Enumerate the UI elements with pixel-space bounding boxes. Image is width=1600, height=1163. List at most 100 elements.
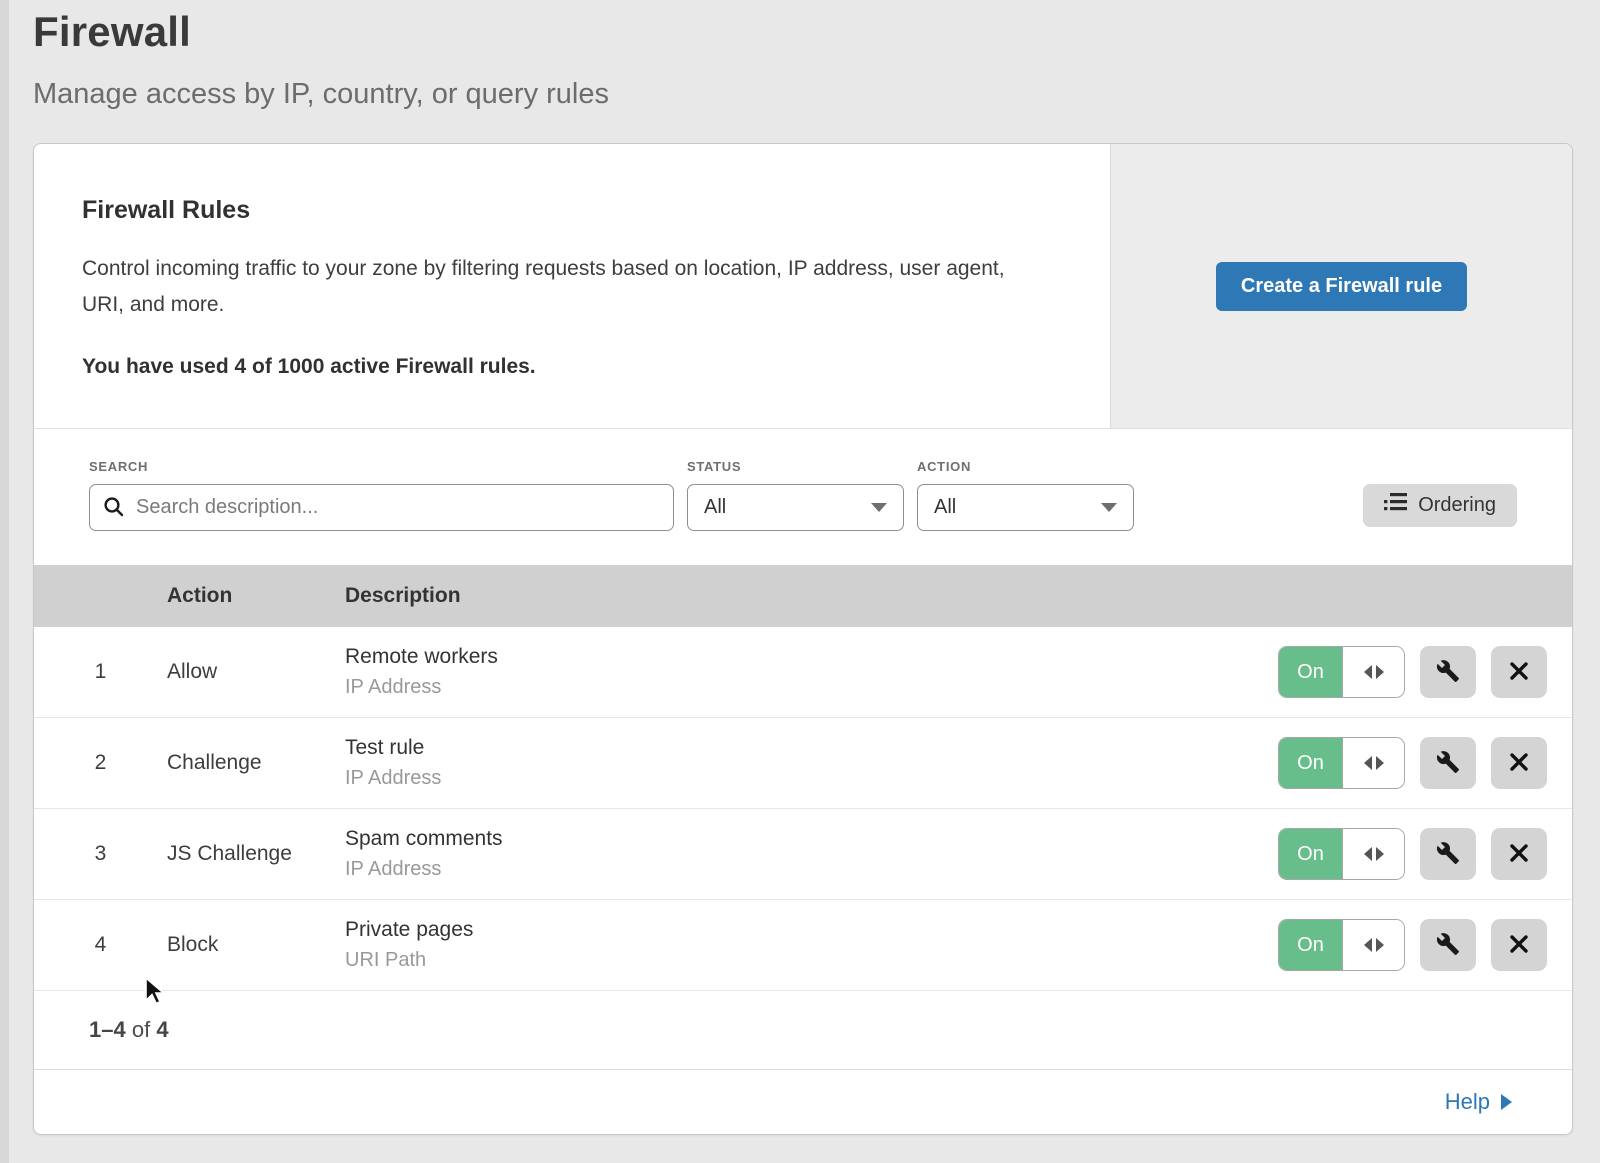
rule-description-cell: Private pages URI Path <box>345 918 1278 972</box>
help-arrow-icon <box>1501 1094 1512 1110</box>
close-icon <box>1508 933 1530 958</box>
toggle-arrows-icon <box>1364 665 1372 679</box>
table-row: 3 JS Challenge Spam comments IP Address … <box>34 809 1572 900</box>
search-input[interactable] <box>89 484 674 531</box>
delete-rule-button[interactable] <box>1491 919 1547 971</box>
rule-action: JS Challenge <box>167 842 345 866</box>
close-icon <box>1508 751 1530 776</box>
page-left-edge <box>0 0 9 1163</box>
close-icon <box>1508 660 1530 685</box>
rule-description: Remote workers <box>345 645 1278 669</box>
action-label: ACTION <box>917 459 1134 474</box>
rules-intro-text: Firewall Rules Control incoming traffic … <box>34 144 1110 428</box>
table-row: 4 Block Private pages URI Path On <box>34 900 1572 991</box>
rule-controls: On <box>1278 737 1572 789</box>
rule-enabled-toggle[interactable]: On <box>1278 737 1405 789</box>
action-column-header: Action <box>167 584 345 608</box>
create-rule-panel: Create a Firewall rule <box>1110 144 1572 428</box>
table-row: 1 Allow Remote workers IP Address On <box>34 627 1572 718</box>
toggle-arrows-icon <box>1376 847 1384 861</box>
create-firewall-rule-button[interactable]: Create a Firewall rule <box>1216 262 1467 311</box>
toggle-on-label: On <box>1279 829 1342 879</box>
card-footer: Help <box>34 1070 1572 1134</box>
wrench-icon <box>1436 932 1460 959</box>
rule-match-type: IP Address <box>345 767 1278 790</box>
toggle-on-label: On <box>1279 920 1342 970</box>
toggle-arrows-icon <box>1376 665 1384 679</box>
rule-controls: On <box>1278 828 1572 880</box>
delete-rule-button[interactable] <box>1491 828 1547 880</box>
search-box <box>89 484 674 531</box>
rule-action: Challenge <box>167 751 345 775</box>
search-label: SEARCH <box>89 459 674 474</box>
toggle-arrows-icon <box>1364 756 1372 770</box>
edit-rule-button[interactable] <box>1420 737 1476 789</box>
toggle-arrows-icon <box>1364 847 1372 861</box>
wrench-icon <box>1436 750 1460 777</box>
search-icon <box>102 495 126 519</box>
rule-controls: On <box>1278 919 1572 971</box>
toggle-handle[interactable] <box>1342 738 1404 788</box>
edit-rule-button[interactable] <box>1420 646 1476 698</box>
help-link-label: Help <box>1445 1089 1490 1115</box>
firewall-rules-card: Firewall Rules Control incoming traffic … <box>33 143 1573 1135</box>
rule-priority: 2 <box>34 751 167 775</box>
rule-priority: 1 <box>34 660 167 684</box>
page-title: Firewall <box>33 8 1600 56</box>
toggle-arrows-icon <box>1376 756 1384 770</box>
rule-description: Test rule <box>345 736 1278 760</box>
page-subtitle: Manage access by IP, country, or query r… <box>33 78 1600 111</box>
edit-rule-button[interactable] <box>1420 828 1476 880</box>
toggle-handle[interactable] <box>1342 829 1404 879</box>
toggle-handle[interactable] <box>1342 920 1404 970</box>
rule-priority: 3 <box>34 842 167 866</box>
rules-intro-section: Firewall Rules Control incoming traffic … <box>34 144 1572 429</box>
rule-enabled-toggle[interactable]: On <box>1278 919 1405 971</box>
action-select[interactable]: All <box>917 484 1134 531</box>
toggle-arrows-icon <box>1376 938 1384 952</box>
status-label: STATUS <box>687 459 904 474</box>
status-selected-value: All <box>704 496 726 519</box>
rule-enabled-toggle[interactable]: On <box>1278 646 1405 698</box>
chevron-down-icon <box>1101 503 1117 512</box>
edit-rule-button[interactable] <box>1420 919 1476 971</box>
rules-usage-text: You have used 4 of 1000 active Firewall … <box>82 355 1062 379</box>
toggle-on-label: On <box>1279 647 1342 697</box>
ordering-button[interactable]: Ordering <box>1363 484 1517 527</box>
rule-enabled-toggle[interactable]: On <box>1278 828 1405 880</box>
rule-description-cell: Remote workers IP Address <box>345 645 1278 699</box>
pagination-range: 1–4 <box>89 1017 126 1042</box>
rule-action: Block <box>167 933 345 957</box>
table-header: Action Description <box>34 565 1572 627</box>
filter-bar: SEARCH STATUS All ACTION All <box>34 429 1572 565</box>
rule-description: Spam comments <box>345 827 1278 851</box>
action-selected-value: All <box>934 496 956 519</box>
rule-description-cell: Test rule IP Address <box>345 736 1278 790</box>
close-icon <box>1508 842 1530 867</box>
search-group: SEARCH <box>89 459 674 531</box>
table-row: 2 Challenge Test rule IP Address On <box>34 718 1572 809</box>
delete-rule-button[interactable] <box>1491 737 1547 789</box>
delete-rule-button[interactable] <box>1491 646 1547 698</box>
toggle-arrows-icon <box>1364 938 1372 952</box>
rule-controls: On <box>1278 646 1572 698</box>
action-filter-group: ACTION All <box>917 459 1134 531</box>
rule-match-type: IP Address <box>345 676 1278 699</box>
status-filter-group: STATUS All <box>687 459 904 531</box>
page-header: Firewall Manage access by IP, country, o… <box>0 0 1600 111</box>
rules-section-description: Control incoming traffic to your zone by… <box>82 251 1042 323</box>
description-column-header: Description <box>345 584 1278 608</box>
toggle-on-label: On <box>1279 738 1342 788</box>
chevron-down-icon <box>871 503 887 512</box>
rule-priority: 4 <box>34 933 167 957</box>
ordered-list-icon <box>1384 493 1407 518</box>
status-select[interactable]: All <box>687 484 904 531</box>
pagination-total: 4 <box>156 1017 168 1042</box>
rule-action: Allow <box>167 660 345 684</box>
toggle-handle[interactable] <box>1342 647 1404 697</box>
help-link[interactable]: Help <box>1445 1089 1512 1115</box>
wrench-icon <box>1436 841 1460 868</box>
ordering-button-label: Ordering <box>1418 494 1496 517</box>
rule-description: Private pages <box>345 918 1278 942</box>
rule-description-cell: Spam comments IP Address <box>345 827 1278 881</box>
